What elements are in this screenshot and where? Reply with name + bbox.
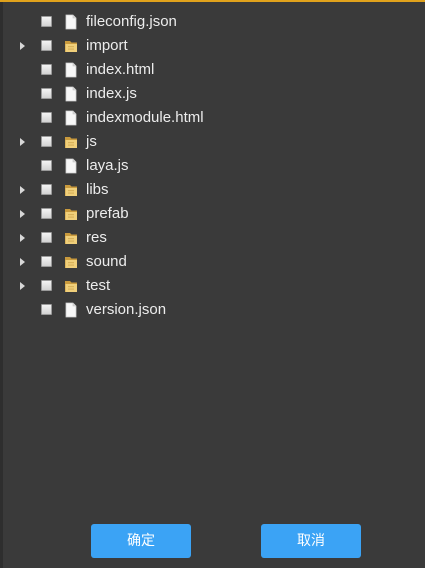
tree-item-label: sound xyxy=(86,253,127,270)
expand-arrow-icon[interactable] xyxy=(17,137,27,147)
tree-row[interactable]: prefab xyxy=(0,202,425,226)
folder-icon xyxy=(64,230,78,246)
tree-item-label: index.html xyxy=(86,61,155,78)
checkbox[interactable] xyxy=(41,280,52,291)
tree-row[interactable]: sound xyxy=(0,250,425,274)
tree-row[interactable]: index.js xyxy=(0,82,425,106)
checkbox[interactable] xyxy=(41,136,52,147)
tree-item-label: index.js xyxy=(86,85,137,102)
expand-arrow-icon[interactable] xyxy=(17,185,27,195)
checkbox[interactable] xyxy=(41,232,52,243)
file-icon xyxy=(64,110,78,126)
folder-icon xyxy=(64,206,78,222)
tree-row[interactable]: test xyxy=(0,274,425,298)
tree-item-label: test xyxy=(86,277,111,294)
tree-row[interactable]: laya.js xyxy=(0,154,425,178)
folder-icon xyxy=(64,182,78,198)
tree-row[interactable]: import xyxy=(0,34,425,58)
folder-icon xyxy=(64,134,78,150)
cancel-button[interactable]: 取消 xyxy=(261,524,361,558)
folder-icon xyxy=(64,38,78,54)
tree-item-label: version.json xyxy=(86,301,167,318)
expand-arrow-icon[interactable] xyxy=(17,281,27,291)
file-tree: fileconfig.json import index.html index.js i… xyxy=(0,10,425,322)
expand-arrow-icon[interactable] xyxy=(17,41,27,51)
file-icon xyxy=(64,14,78,30)
checkbox[interactable] xyxy=(41,160,52,171)
tree-item-label: prefab xyxy=(86,205,129,222)
tree-item-label: indexmodule.html xyxy=(86,109,204,126)
file-icon xyxy=(64,158,78,174)
checkbox[interactable] xyxy=(41,304,52,315)
tree-row[interactable]: res xyxy=(0,226,425,250)
checkbox[interactable] xyxy=(41,16,52,27)
tree-row[interactable]: index.html xyxy=(0,58,425,82)
expand-arrow-icon[interactable] xyxy=(17,257,27,267)
tree-item-label: fileconfig.json xyxy=(86,13,177,30)
expand-arrow-icon[interactable] xyxy=(17,209,27,219)
tree-row[interactable]: libs xyxy=(0,178,425,202)
expand-arrow-icon[interactable] xyxy=(17,233,27,243)
checkbox[interactable] xyxy=(41,112,52,123)
checkbox[interactable] xyxy=(41,64,52,75)
checkbox[interactable] xyxy=(41,88,52,99)
checkbox[interactable] xyxy=(41,40,52,51)
tree-item-label: libs xyxy=(86,181,109,198)
tree-row[interactable]: indexmodule.html xyxy=(0,106,425,130)
tree-item-label: import xyxy=(86,37,128,54)
checkbox[interactable] xyxy=(41,208,52,219)
folder-icon xyxy=(64,254,78,270)
file-icon xyxy=(64,302,78,318)
folder-icon xyxy=(64,278,78,294)
top-accent-bar xyxy=(0,0,425,2)
tree-item-label: res xyxy=(86,229,107,246)
checkbox[interactable] xyxy=(41,184,52,195)
tree-row[interactable]: js xyxy=(0,130,425,154)
file-icon xyxy=(64,86,78,102)
confirm-button[interactable]: 确定 xyxy=(91,524,191,558)
tree-item-label: js xyxy=(86,133,97,150)
tree-item-label: laya.js xyxy=(86,157,129,174)
tree-row[interactable]: fileconfig.json xyxy=(0,10,425,34)
file-icon xyxy=(64,62,78,78)
checkbox[interactable] xyxy=(41,256,52,267)
tree-row[interactable]: version.json xyxy=(0,298,425,322)
